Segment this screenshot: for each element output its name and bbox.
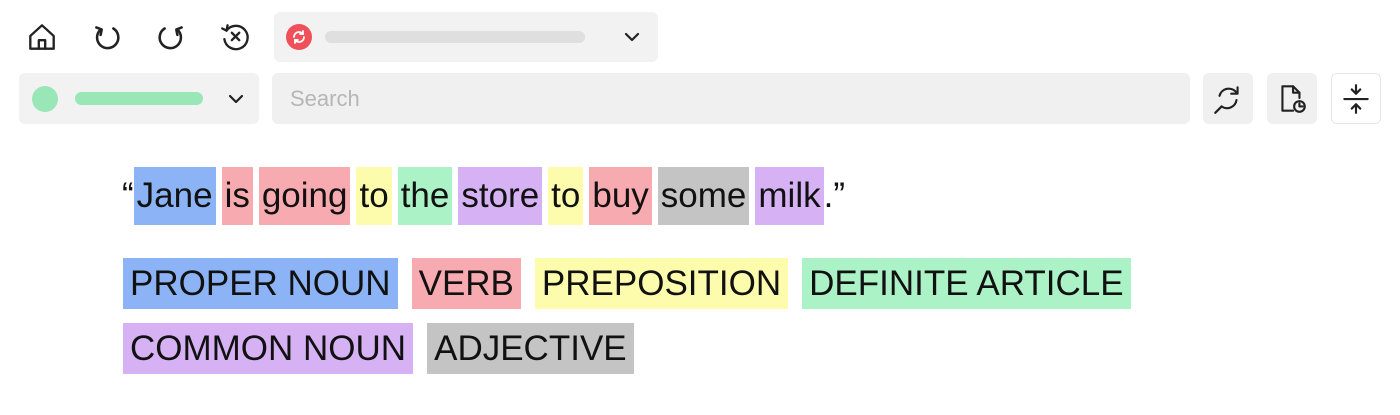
document-sync-button[interactable] bbox=[1267, 73, 1317, 124]
token-store[interactable]: store bbox=[458, 167, 543, 225]
home-button[interactable] bbox=[20, 15, 64, 59]
token-the[interactable]: the bbox=[397, 167, 453, 225]
source-select[interactable] bbox=[274, 12, 658, 62]
redo-icon bbox=[158, 26, 183, 50]
tag-definite-article[interactable]: DEFINITE ARTICLE bbox=[802, 258, 1131, 309]
document-sync-icon bbox=[1281, 84, 1306, 113]
language-select[interactable] bbox=[19, 73, 259, 124]
clear-history-button[interactable] bbox=[213, 15, 257, 59]
tagged-sentence: “ Jane is going to the store to buy some… bbox=[122, 167, 845, 225]
language-status-dot bbox=[32, 86, 58, 112]
token-is[interactable]: is bbox=[221, 167, 253, 225]
open-quote: “ bbox=[122, 176, 134, 215]
home-icon bbox=[29, 24, 55, 50]
chevron-down-icon bbox=[228, 94, 244, 104]
token-jane[interactable]: Jane bbox=[133, 167, 216, 225]
token-milk[interactable]: milk bbox=[755, 167, 824, 225]
chevron-down-icon bbox=[624, 32, 640, 42]
tag-proper-noun[interactable]: PROPER NOUN bbox=[123, 258, 398, 309]
tag-adjective[interactable]: ADJECTIVE bbox=[427, 323, 634, 374]
tag-verb[interactable]: VERB bbox=[411, 258, 521, 309]
refresh-search-icon bbox=[1214, 85, 1239, 114]
token-to[interactable]: to bbox=[356, 167, 392, 225]
split-vertical-icon bbox=[1343, 83, 1369, 114]
token-going[interactable]: going bbox=[258, 167, 351, 225]
close-quote: .” bbox=[823, 176, 845, 215]
tag-preposition[interactable]: PREPOSITION bbox=[534, 258, 789, 309]
token-to[interactable]: to bbox=[548, 167, 584, 225]
source-status-dot bbox=[286, 24, 312, 50]
split-view-button[interactable] bbox=[1331, 73, 1381, 124]
redo-button[interactable] bbox=[149, 15, 193, 59]
undo-button[interactable] bbox=[85, 15, 129, 59]
language-name-placeholder bbox=[75, 92, 203, 105]
history-clear-icon bbox=[221, 24, 249, 51]
token-buy[interactable]: buy bbox=[589, 167, 652, 225]
refresh-search-button[interactable] bbox=[1203, 73, 1253, 124]
pos-legend: PROPER NOUN VERB PREPOSITION DEFINITE AR… bbox=[123, 258, 1223, 374]
source-name-placeholder bbox=[325, 31, 585, 43]
token-some[interactable]: some bbox=[657, 167, 750, 225]
tag-common-noun[interactable]: COMMON NOUN bbox=[123, 323, 414, 374]
sync-icon bbox=[293, 30, 305, 44]
undo-icon bbox=[95, 26, 120, 50]
search-input[interactable] bbox=[272, 73, 1190, 124]
